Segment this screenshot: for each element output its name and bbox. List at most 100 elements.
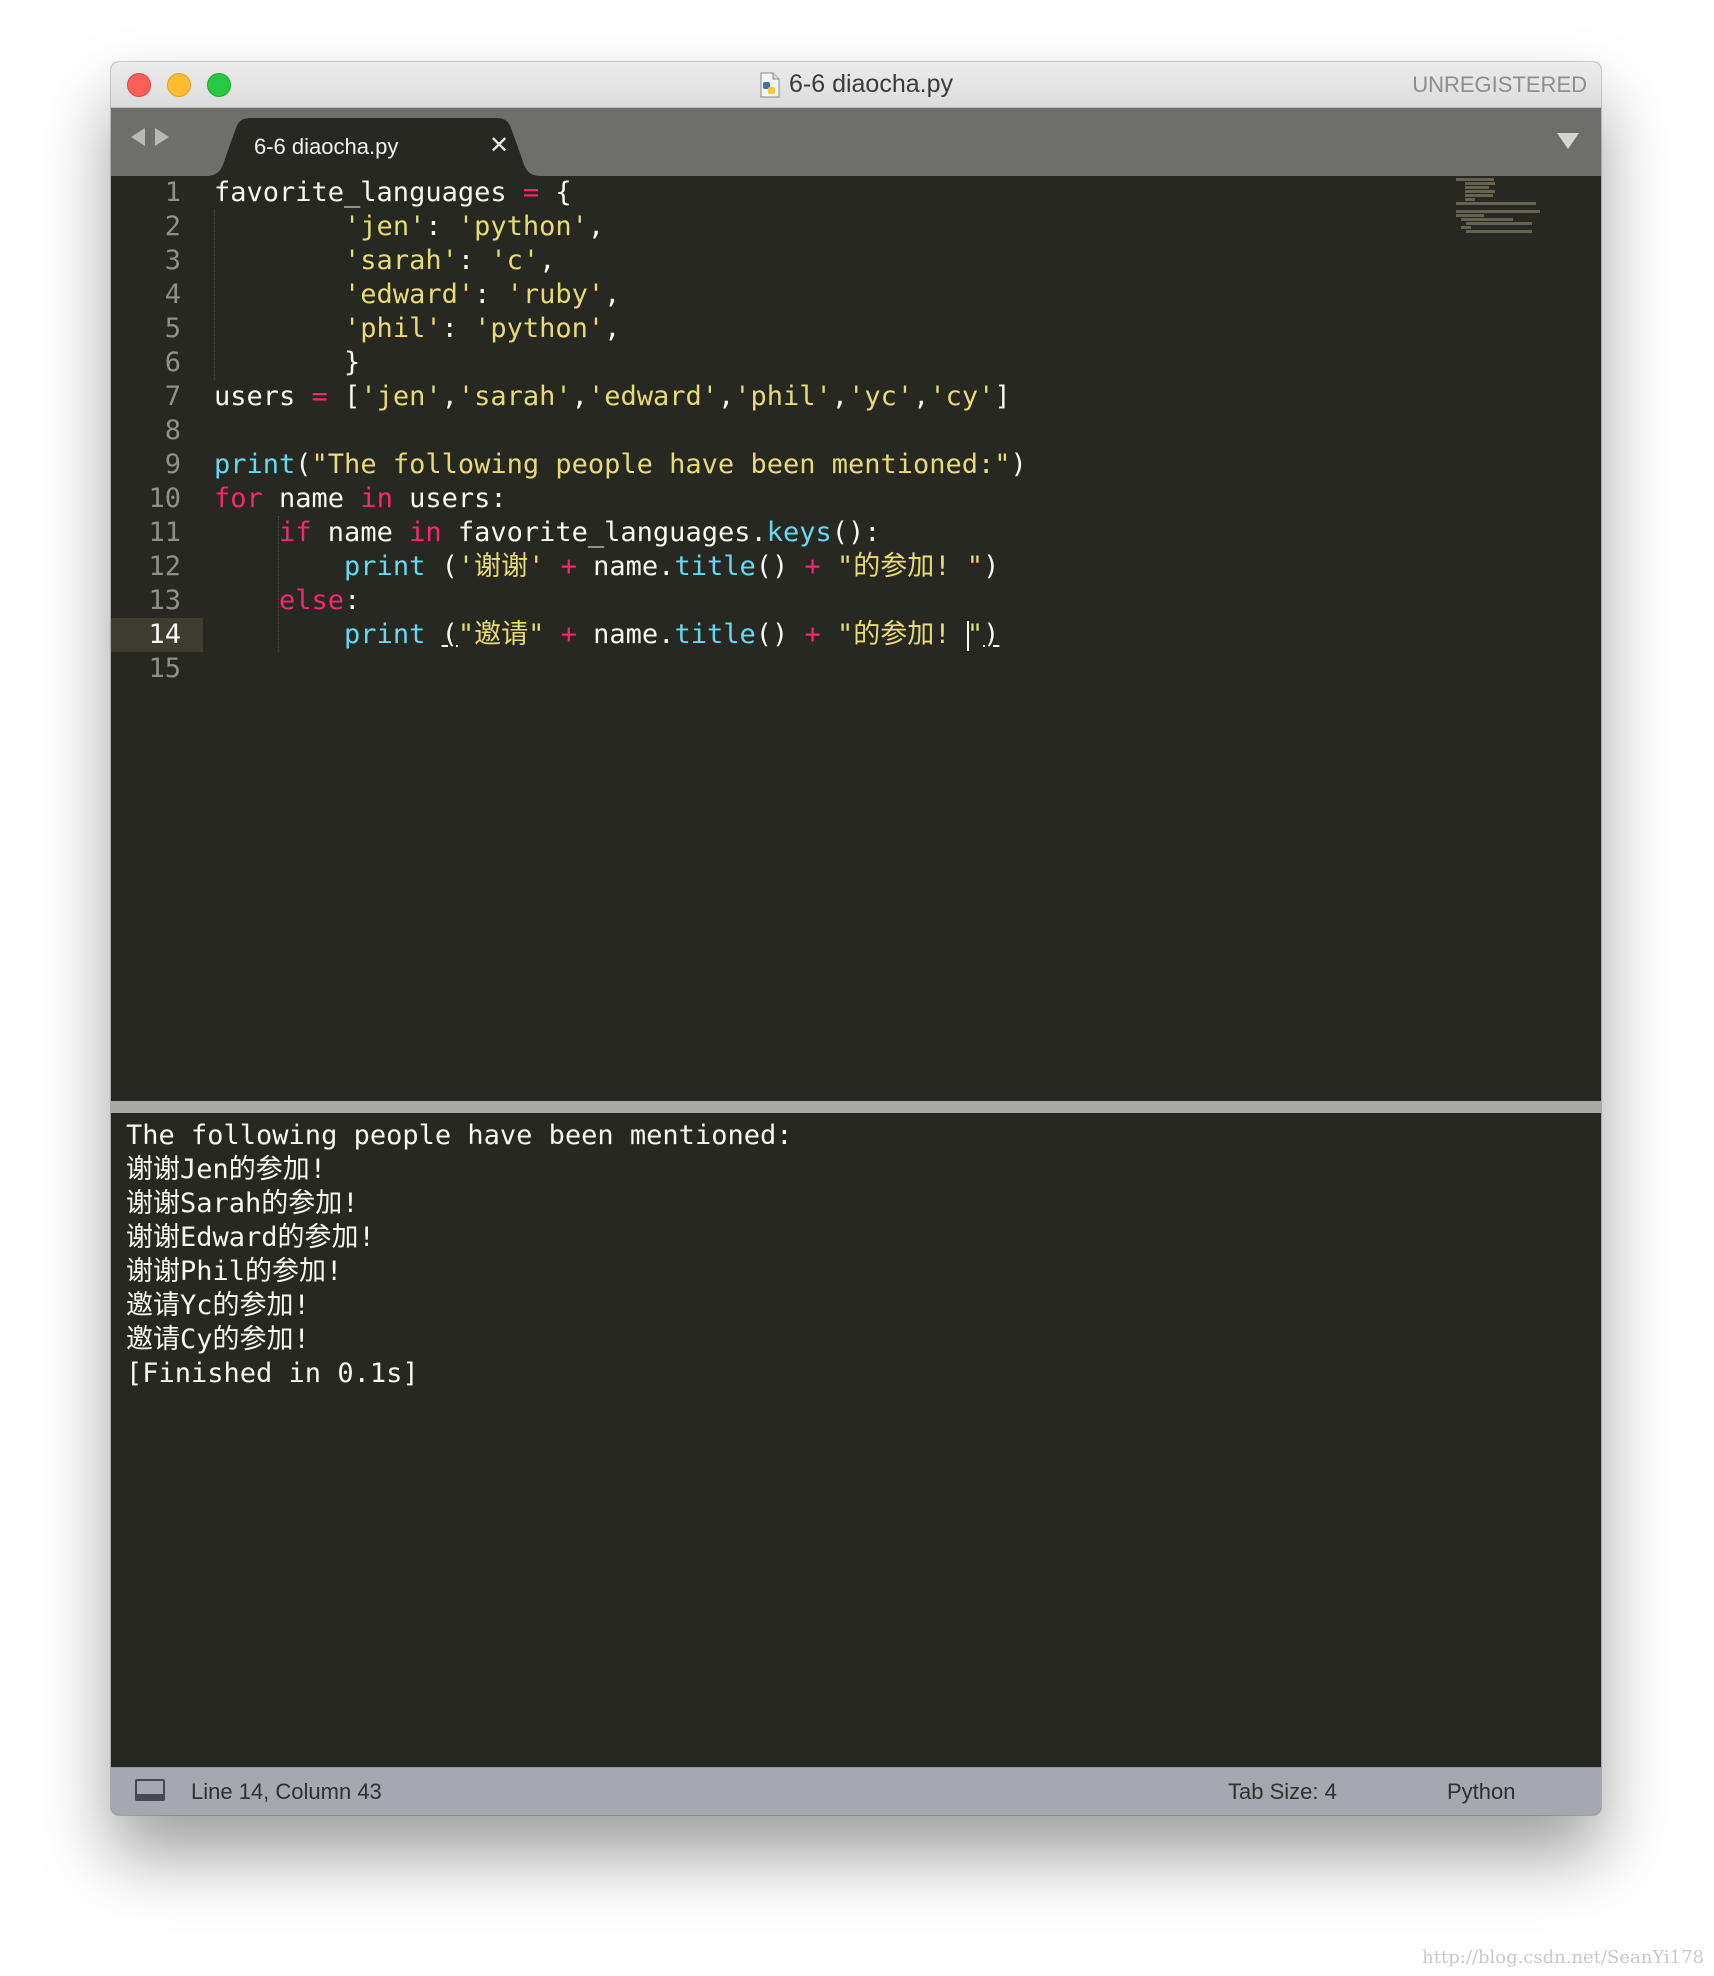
close-icon[interactable]: ✕ [489,131,509,159]
code-token: () [755,551,805,582]
code-line[interactable]: print("The following people have been me… [214,448,1027,482]
code-token: favorite_languages. [441,517,767,548]
code-line[interactable]: for name in users: [214,482,507,516]
code-editor[interactable]: 1 2 3 4 5 6 7 8 9 10 11 12 13 14 15 favorite_languages… [111,176,1601,1101]
output-line: 谢谢Phil的参加! [126,1256,343,1287]
code-token: print [214,449,296,480]
output-line: 谢谢Sarah的参加! [126,1188,359,1219]
window-title: 6-6 diaocha.py [788,70,953,98]
output-line: 谢谢Edward的参加! [126,1222,375,1253]
output-line: 邀请Cy的参加! [126,1324,310,1355]
code-token: 'jen' [360,381,442,412]
code-token: users: [392,483,507,514]
code-line[interactable]: favorite_languages = { [214,176,572,210]
code-token: ) [983,551,1000,582]
code-token: 'python' [474,313,605,344]
code-token: "邀请" [457,619,545,650]
code-line[interactable]: if name in favorite_languages.keys(): [214,516,881,550]
line-number: 10 [148,483,181,514]
tab-navigation [131,128,169,146]
tab-bar: 6-6 diaocha.py ✕ [111,108,1601,176]
tab-size-indicator[interactable]: Tab Size: 4 [1228,1779,1337,1805]
code-line[interactable]: print ('谢谢' + name.title() + "的参加! ") [214,550,999,584]
code-token: + [804,619,821,650]
code-token: = [311,381,328,412]
indent-guide [214,210,215,380]
code-token: + [804,551,821,582]
code-token: 'edward' [344,279,475,310]
code-token: , [441,381,458,412]
code-token: name [262,483,361,514]
line-number: 7 [164,381,181,412]
code-token: if [279,517,312,548]
line-number: 2 [164,211,181,242]
code-token: in [360,483,393,514]
code-token: 'cy' [929,381,995,412]
build-output-panel[interactable]: The following people have been mentioned… [116,1113,1596,1767]
code-token: 'phil' [344,313,442,344]
code-token: "The following people have been mentione… [311,449,1011,480]
code-token: users [214,381,312,412]
triangle-down-icon[interactable] [1557,133,1579,149]
code-token: else [279,585,345,616]
code-token: print [344,619,426,650]
output-line: The following people have been mentioned… [126,1120,793,1151]
line-number: 5 [164,313,181,344]
code-token: 'ruby' [506,279,605,310]
title-bar[interactable]: 6-6 diaocha.py UNREGISTERED [111,62,1601,108]
code-token: title [674,551,756,582]
code-token: 'sarah' [344,245,458,276]
arrow-left-icon[interactable] [131,128,145,146]
tab-6-6-diaocha[interactable]: 6-6 diaocha.py ✕ [206,118,541,176]
line-number: 8 [164,415,181,446]
panel-divider[interactable] [111,1101,1601,1113]
status-bar: Line 14, Column 43 Tab Size: 4 Python [111,1767,1601,1815]
output-line: 谢谢Jen的参加! [126,1154,327,1185]
code-token: + [560,619,577,650]
line-number: 12 [148,551,181,582]
code-token: "的参加! [837,619,967,650]
panel-icon[interactable] [135,1779,165,1801]
line-number: 1 [164,177,181,208]
code-token: for [214,483,263,514]
editor-window: 6-6 diaocha.py UNREGISTERED 6-6 diaocha.… [111,62,1601,1815]
code-token: ( [295,449,312,480]
minimap[interactable] [1456,178,1566,238]
code-token: 'edward' [587,381,718,412]
code-line[interactable]: 'sarah': 'c', [214,244,555,278]
code-line[interactable]: } [214,346,360,380]
code-token: title [674,619,756,650]
code-token: , [717,381,735,412]
syntax-indicator[interactable]: Python [1447,1779,1516,1805]
code-line[interactable]: print ("邀请" + name.title() + "的参加! ") [214,618,999,652]
code-line[interactable]: 'phil': 'python', [214,312,620,346]
code-line[interactable]: 'jen': 'python', [214,210,604,244]
code-line[interactable]: 'edward': 'ruby', [214,278,620,312]
line-number: 4 [164,279,181,310]
code-token: () [755,619,805,650]
code-token: : [425,211,458,242]
code-token: : [474,279,507,310]
code-line[interactable]: else: [214,584,360,618]
line-number: 15 [148,653,181,684]
watermark: http://blog.csdn.net/SeanYi178 [1422,1947,1704,1968]
arrow-right-icon[interactable] [155,128,169,146]
code-token: = [522,177,540,208]
code-token: + [560,551,577,582]
code-token: 'phil' [734,381,832,412]
code-line[interactable]: users = ['jen','sarah','edward','phil','… [214,380,1011,414]
code-token: ) [1010,449,1027,480]
code-token: name. [576,551,675,582]
line-number: 13 [148,585,181,616]
code-token: print [344,551,426,582]
cursor-position: Line 14, Column 43 [191,1779,382,1804]
